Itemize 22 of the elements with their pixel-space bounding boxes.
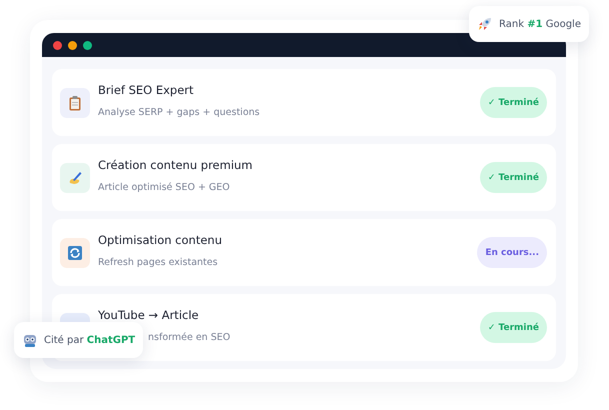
status-badge: ✓ Terminé xyxy=(480,87,547,118)
maximize-dot-icon[interactable] xyxy=(83,40,92,50)
status-badge: En cours... xyxy=(477,237,547,268)
refresh-icon xyxy=(67,244,83,260)
task-description: Article optimisé SEO + GEO xyxy=(98,182,231,193)
rank-text: Rank #1 Google xyxy=(499,18,581,30)
task-title: Optimisation contenu xyxy=(98,233,223,247)
status-badge: ✓ Terminé xyxy=(480,312,547,343)
writing-hand-icon xyxy=(67,170,83,186)
robot-icon xyxy=(22,332,38,348)
status-badge: ✓ Terminé xyxy=(480,162,547,193)
task-title: Création contenu premium xyxy=(98,158,254,172)
task-title: Brief SEO Expert xyxy=(98,83,195,97)
task-description: nsformée en SEO xyxy=(148,332,232,343)
task-description: Refresh pages existantes xyxy=(98,257,219,268)
minimize-dot-icon[interactable] xyxy=(68,40,77,50)
task-description: Analyse SERP + gaps + questions xyxy=(98,107,261,118)
cited-text: Cité par ChatGPT xyxy=(44,334,136,346)
close-dot-icon[interactable] xyxy=(53,40,62,50)
rocket-icon xyxy=(477,16,494,32)
clipboard-icon xyxy=(67,94,83,110)
task-title: YouTube → Article xyxy=(98,308,200,322)
